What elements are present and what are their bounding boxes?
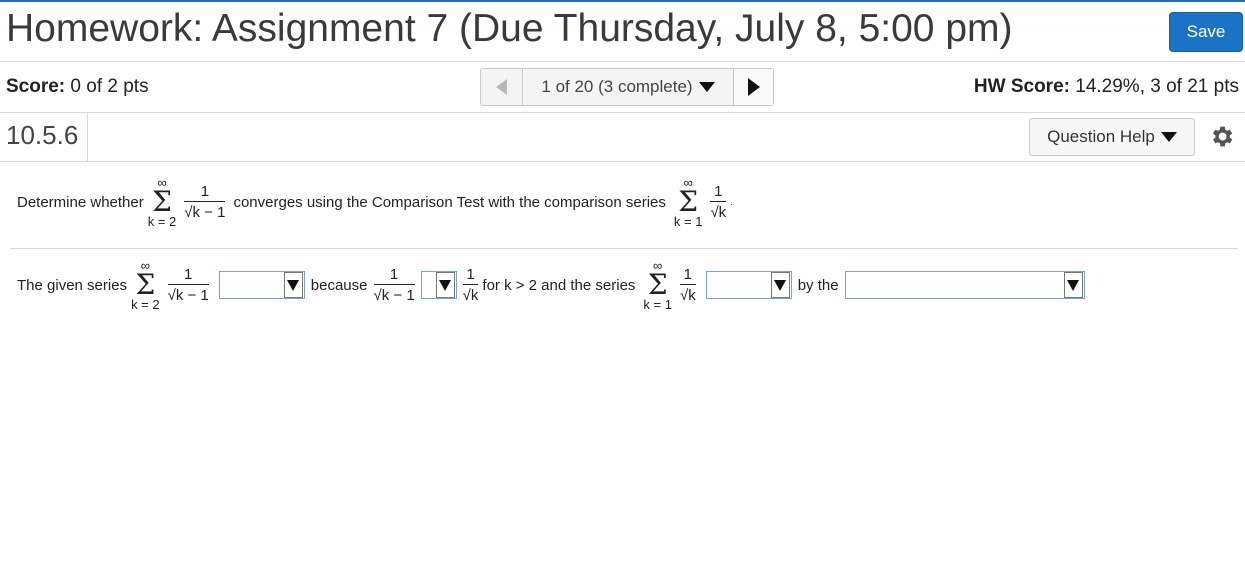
- question-navigator: 1 of 20 (3 complete): [480, 68, 774, 106]
- question-select-label: 1 of 20 (3 complete): [541, 77, 693, 96]
- caret-down-icon: [698, 82, 715, 92]
- dropdown-arrow-icon: [283, 272, 303, 298]
- fraction-denominator: √k − 1: [167, 287, 209, 304]
- answer-text: for k > 2 and the series: [482, 276, 636, 294]
- fraction: 1 √k: [710, 183, 727, 221]
- score: Score: 0 of 2 pts: [6, 76, 149, 98]
- chevron-right-icon: [747, 78, 760, 96]
- hw-score: HW Score: 14.29%, 3 of 21 pts: [974, 76, 1239, 98]
- fraction: 1 √k: [462, 266, 479, 304]
- comparison-series-dropdown[interactable]: [705, 271, 792, 299]
- fraction-denominator: √k − 1: [184, 204, 226, 221]
- save-button[interactable]: Save: [1169, 12, 1243, 52]
- sigma-symbol: Σ: [647, 268, 668, 301]
- fraction-denominator: √k − 1: [373, 287, 415, 304]
- score-value: 0 of 2 pts: [70, 76, 149, 97]
- fraction-numerator: 1: [200, 183, 210, 200]
- next-question-button[interactable]: [734, 69, 773, 105]
- summation: ∞ Σ k = 2: [131, 259, 160, 311]
- fraction-numerator: 1: [466, 266, 475, 283]
- sum-lower-limit: k = 2: [131, 297, 160, 312]
- separator: [10, 248, 1238, 249]
- gear-icon[interactable]: [1208, 123, 1235, 150]
- sum-lower-limit: k = 1: [673, 214, 703, 229]
- fraction-denominator: √k: [679, 287, 696, 304]
- fraction: 1 √k − 1: [184, 183, 226, 221]
- fraction: 1 √k − 1: [373, 266, 415, 304]
- question-help-label: Question Help: [1047, 127, 1155, 146]
- sigma-symbol: Σ: [152, 185, 172, 218]
- summation: ∞ Σ k = 2: [148, 176, 177, 228]
- question-number-divider: [87, 113, 88, 161]
- fraction-numerator: 1: [184, 266, 193, 283]
- answer-text: because: [310, 276, 368, 294]
- summation: ∞ Σ k = 1: [643, 259, 672, 311]
- test-name-dropdown[interactable]: [844, 271, 1085, 299]
- convergence-dropdown[interactable]: [218, 271, 305, 299]
- sum-lower-limit: k = 2: [147, 214, 177, 229]
- question-number: 10.5.6: [6, 120, 79, 150]
- answer-text: The given series: [17, 276, 128, 294]
- question-help-button[interactable]: Question Help: [1029, 118, 1195, 156]
- dropdown-arrow-icon: [435, 272, 455, 298]
- divider: [0, 112, 1245, 113]
- fraction-denominator: √k: [710, 204, 727, 221]
- answer-statement: The given series ∞ Σ k = 2 1 √k − 1 beca…: [17, 259, 1091, 311]
- divider: [0, 161, 1245, 162]
- fraction: 1 √k: [679, 266, 696, 304]
- sum-lower-limit: k = 1: [643, 297, 672, 312]
- answer-text: by the: [797, 276, 839, 294]
- chevron-left-icon: [496, 79, 507, 95]
- hw-score-value: 14.29%, 3 of 21 pts: [1075, 76, 1239, 97]
- fraction-numerator: 1: [683, 266, 692, 283]
- previous-question-button[interactable]: [481, 69, 523, 105]
- sigma-symbol: Σ: [135, 268, 156, 301]
- problem-text: converges using the Comparison Test with…: [233, 193, 666, 211]
- summation: ∞ Σ k = 1: [674, 176, 703, 228]
- dropdown-arrow-icon: [1063, 272, 1083, 298]
- fraction-denominator: √k: [462, 287, 479, 304]
- page-title: Homework: Assignment 7 (Due Thursday, Ju…: [6, 7, 1013, 50]
- dropdown-arrow-icon: [770, 272, 790, 298]
- hw-score-label: HW Score:: [973, 76, 1070, 97]
- fraction-numerator: 1: [714, 183, 723, 200]
- score-label: Score:: [6, 76, 66, 97]
- problem-statement: Determine whether ∞ Σ k = 2 1 √k − 1 con…: [17, 176, 733, 228]
- problem-text: Determine whether: [17, 193, 144, 211]
- top-accent-line: [0, 0, 1245, 2]
- caret-down-icon: [1160, 132, 1177, 142]
- fraction-numerator: 1: [389, 266, 399, 283]
- question-select-dropdown[interactable]: 1 of 20 (3 complete): [523, 69, 734, 105]
- period: .: [730, 197, 733, 207]
- fraction: 1 √k − 1: [167, 266, 209, 304]
- inequality-dropdown[interactable]: [420, 271, 457, 299]
- divider: [0, 61, 1245, 62]
- sigma-symbol: Σ: [678, 185, 699, 218]
